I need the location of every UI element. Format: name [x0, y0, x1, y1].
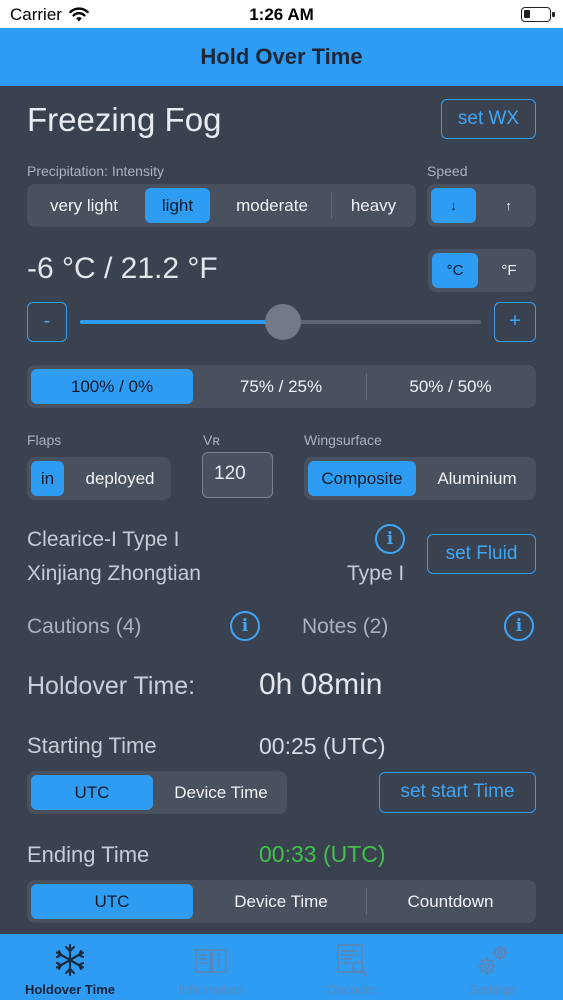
tab-decoder[interactable]: Decoder: [282, 934, 422, 1000]
weather-condition: Freezing Fog: [27, 101, 222, 138]
notes-info-icon[interactable]: i: [504, 611, 534, 641]
speed-label: Speed: [427, 163, 468, 179]
precip-option-heavy[interactable]: heavy: [333, 184, 414, 227]
tab-label: Settings: [469, 982, 517, 997]
unit-option-celsius[interactable]: °C: [432, 253, 478, 288]
wingsurface-label: Wingsurface: [304, 432, 382, 448]
wingsurface-option-composite[interactable]: Composite: [308, 461, 416, 496]
tab-settings[interactable]: Settings: [423, 934, 563, 1000]
ending-time-value: 00:33 (UTC): [259, 841, 386, 867]
precip-option-light[interactable]: light: [145, 188, 210, 223]
ending-time-label: Ending Time: [27, 842, 150, 867]
battery-icon: [521, 7, 555, 22]
notes-label[interactable]: Notes (2): [302, 615, 388, 639]
speed-option-up[interactable]: ↑: [485, 184, 532, 227]
precip-option-moderate[interactable]: moderate: [221, 184, 323, 227]
fluid-name: Clearice-I Type I: [27, 528, 180, 551]
fluid-info-icon[interactable]: i: [375, 524, 405, 554]
fluid-type: Type I: [347, 562, 405, 585]
snowflake-icon: [52, 942, 88, 978]
mix-option-50-50[interactable]: 50% / 50%: [367, 365, 534, 408]
book-icon: [193, 942, 229, 978]
cautions-label[interactable]: Cautions (4): [27, 615, 141, 639]
starting-option-device-time[interactable]: Device Time: [157, 771, 285, 814]
ending-option-utc[interactable]: UTC: [31, 884, 193, 919]
flaps-label: Flaps: [27, 432, 62, 448]
document-search-icon: [334, 942, 370, 978]
tab-label: Decoder: [327, 982, 377, 997]
set-start-time-button[interactable]: set start Time: [379, 772, 536, 813]
flaps-option-in[interactable]: in: [31, 461, 64, 496]
starting-option-utc[interactable]: UTC: [31, 775, 153, 810]
status-bar: Carrier 1:26 AM: [0, 0, 563, 28]
set-wx-button[interactable]: set WX: [441, 99, 536, 139]
slider-fill: [80, 320, 283, 324]
vr-input[interactable]: 120: [202, 452, 273, 498]
flaps-option-deployed[interactable]: deployed: [71, 457, 169, 500]
speed-option-down[interactable]: ↓: [431, 188, 476, 223]
temperature-decrease-button[interactable]: -: [27, 302, 67, 342]
tab-bar: Holdover Time Information Decoder Settin…: [0, 934, 563, 1000]
clock: 1:26 AM: [249, 5, 314, 24]
tab-information[interactable]: Information: [141, 934, 281, 1000]
temperature-unit-selector: °C °F: [428, 249, 536, 292]
ending-option-countdown[interactable]: Countdown: [367, 880, 534, 923]
set-fluid-button[interactable]: set Fluid: [427, 534, 536, 574]
holdover-time-value: 0h 08min: [259, 668, 383, 701]
cautions-info-icon[interactable]: i: [230, 611, 260, 641]
vr-label: Vʀ: [203, 432, 220, 448]
temperature-slider[interactable]: [80, 304, 481, 340]
navigation-bar: Hold Over Time: [0, 28, 563, 86]
starting-time-value: 00:25 (UTC): [259, 733, 386, 759]
starting-time-zone-selector: UTC Device Time: [27, 771, 287, 814]
flaps-selector: in deployed: [27, 457, 171, 500]
wingsurface-selector: Composite Aluminium: [304, 457, 536, 500]
ending-time-mode-selector: UTC Device Time Countdown: [27, 880, 536, 923]
slider-thumb[interactable]: [264, 304, 301, 340]
ending-option-device-time[interactable]: Device Time: [197, 880, 365, 923]
fluid-manufacturer: Xinjiang Zhongtian: [27, 562, 201, 585]
precipitation-label: Precipitation: Intensity: [27, 163, 164, 179]
precip-option-very-light[interactable]: very light: [33, 184, 135, 227]
tab-holdover-time[interactable]: Holdover Time: [0, 934, 140, 1000]
starting-time-label: Starting Time: [27, 733, 157, 758]
temperature-increase-button[interactable]: +: [494, 302, 536, 342]
tab-label: Information: [178, 982, 244, 997]
page-title: Hold Over Time: [200, 44, 363, 69]
gears-icon: [475, 942, 511, 978]
holdover-time-label: Holdover Time:: [27, 672, 196, 700]
unit-option-fahrenheit[interactable]: °F: [486, 249, 532, 292]
speed-selector: ↓ ↑: [427, 184, 536, 227]
tab-label: Holdover Time: [24, 982, 116, 997]
mix-ratio-selector: 100% / 0% 75% / 25% 50% / 50%: [27, 365, 536, 408]
precipitation-intensity-selector: very light light moderate heavy: [27, 184, 416, 227]
temperature-display: -6 °C / 21.2 °F: [27, 252, 218, 285]
mix-option-100-0[interactable]: 100% / 0%: [31, 369, 193, 404]
mix-option-75-25[interactable]: 75% / 25%: [197, 365, 365, 408]
wingsurface-option-aluminium[interactable]: Aluminium: [420, 457, 534, 500]
